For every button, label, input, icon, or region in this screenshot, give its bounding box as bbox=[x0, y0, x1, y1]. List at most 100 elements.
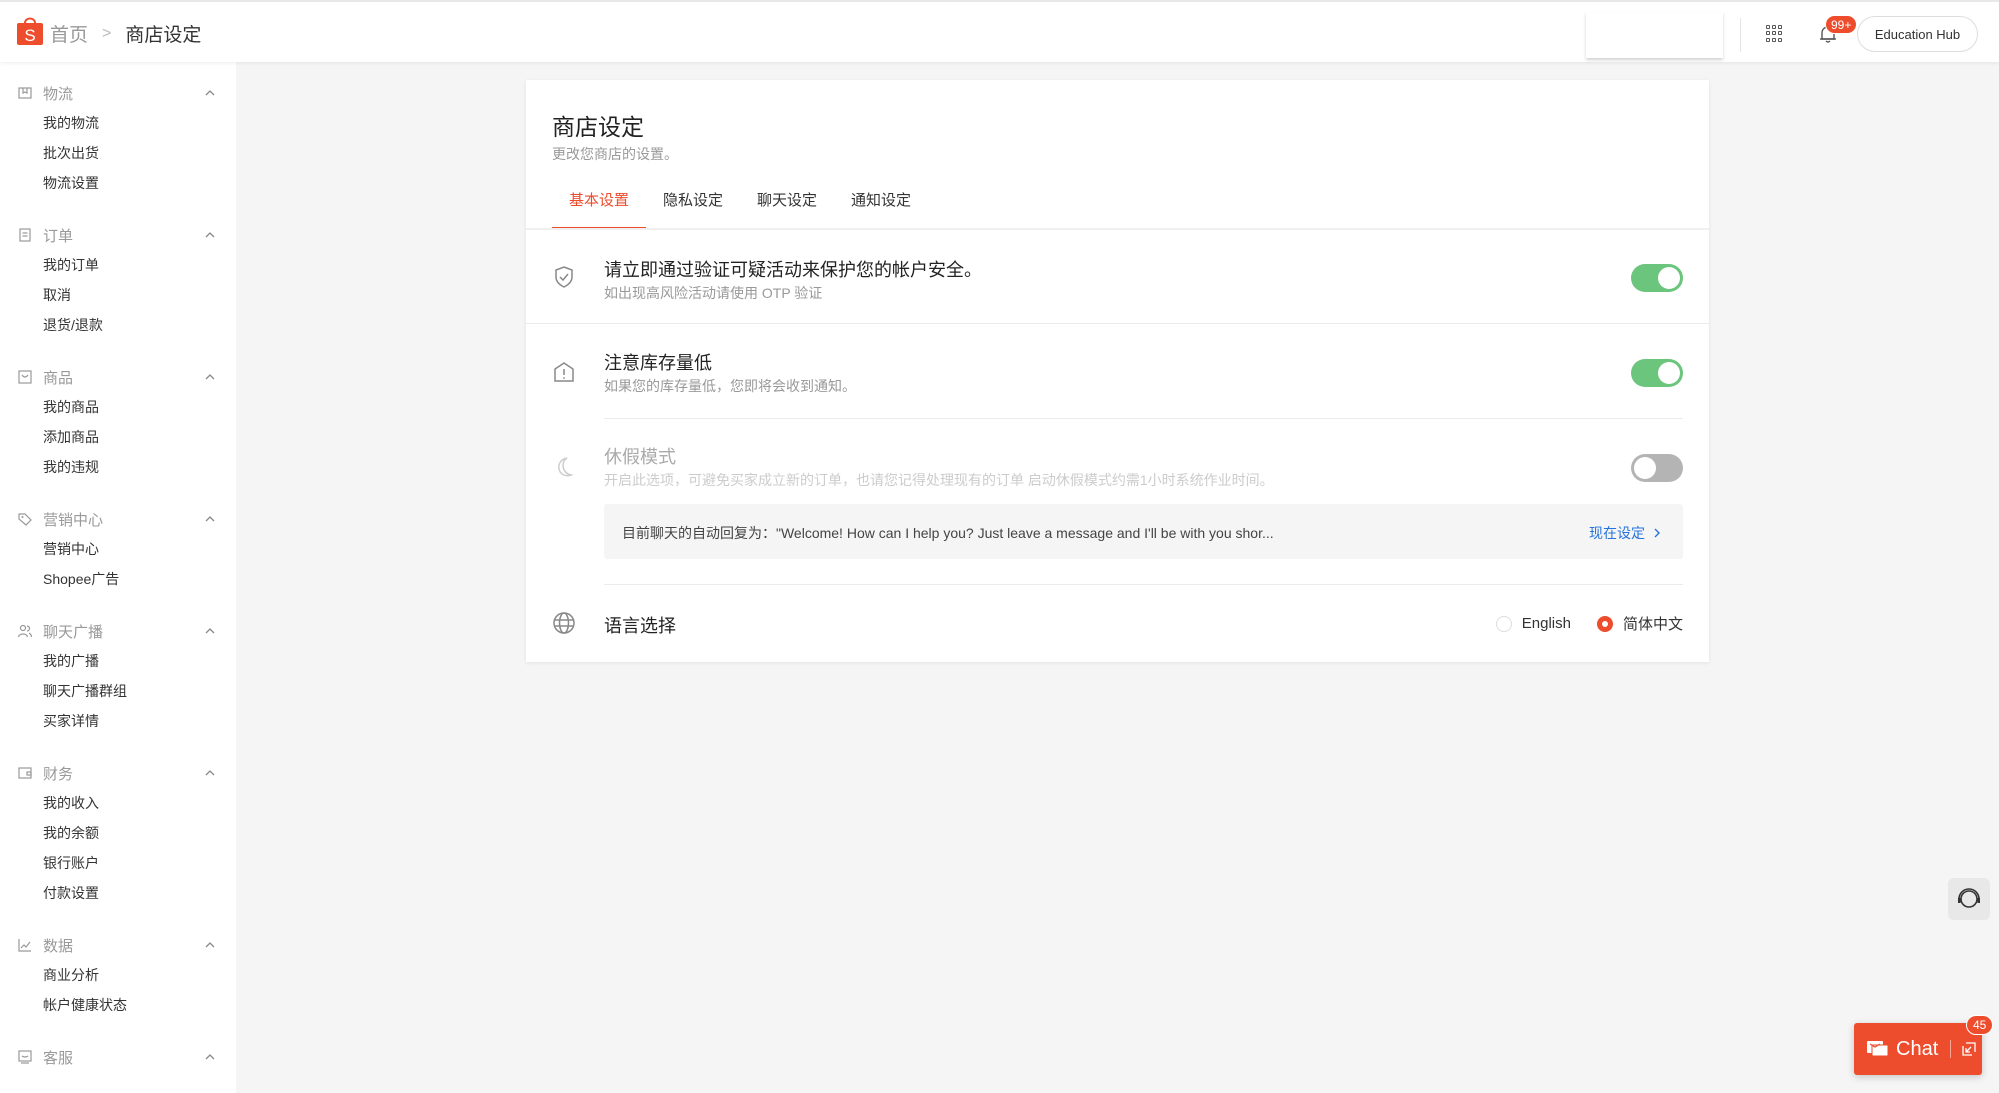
language-radio-group: English 简体中文 bbox=[1470, 613, 1683, 634]
wallet-icon bbox=[18, 767, 32, 779]
chevron-up-icon[interactable] bbox=[204, 87, 216, 99]
sidebar: 物流 我的物流 批次出货 物流设置 订单 我的订单 取消 退货/退款 商品 我的商品 添加商品 我的违… bbox=[0, 62, 236, 1093]
sidebar-item[interactable]: 退货/退款 bbox=[0, 310, 236, 340]
headset-icon bbox=[1958, 888, 1980, 908]
sidebar-menu: 物流 我的物流 批次出货 物流设置 订单 我的订单 取消 退货/退款 商品 我的商品 添加商品 我的违… bbox=[0, 62, 236, 1072]
chat-label: Chat bbox=[1896, 1037, 1939, 1060]
sidebar-group-label: 数据 bbox=[43, 937, 74, 955]
chevron-up-icon[interactable] bbox=[204, 371, 216, 383]
sidebar-item[interactable]: 添加商品 bbox=[0, 422, 236, 452]
auto-reply-text: 目前聊天的自动回复为："Welcome! How can I help you?… bbox=[622, 525, 1274, 541]
settings-tabs: 基本设置 隐私设定 聊天设定 通知设定 bbox=[552, 184, 928, 230]
sidebar-item[interactable]: 我的广播 bbox=[0, 646, 236, 676]
chat-unread-badge: 45 bbox=[1966, 1015, 1994, 1035]
sidebar-item[interactable]: 银行账户 bbox=[0, 848, 236, 878]
tab-basic-settings[interactable]: 基本设置 bbox=[552, 184, 647, 230]
chevron-up-icon[interactable] bbox=[204, 1051, 216, 1063]
language-setting-row: 语言选择 English 简体中文 bbox=[526, 585, 1709, 662]
sidebar-group-label: 商品 bbox=[43, 369, 74, 387]
shield-check-icon bbox=[555, 266, 573, 288]
sidebar-item[interactable]: 帐户健康状态 bbox=[0, 990, 236, 1020]
apps-grid-icon[interactable] bbox=[1766, 25, 1783, 42]
expand-window-icon[interactable] bbox=[1961, 1041, 1977, 1057]
sidebar-group-header[interactable]: 物流 bbox=[0, 78, 236, 108]
chevron-up-icon[interactable] bbox=[204, 229, 216, 241]
alert-house-icon bbox=[554, 362, 574, 382]
sidebar-item[interactable]: 商业分析 bbox=[0, 960, 236, 990]
radio-label: English bbox=[1521, 615, 1571, 632]
security-desc: 如出现高风险活动请使用 OTP 验证 bbox=[604, 285, 823, 301]
shop-settings-card: 商店设定 更改您商店的设置。 基本设置 隐私设定 聊天设定 通知设定 请立即通过… bbox=[526, 80, 1709, 662]
bag-icon bbox=[18, 370, 32, 384]
sidebar-item[interactable]: 营销中心 bbox=[0, 534, 236, 564]
chat-button[interactable]: Chat bbox=[1854, 1023, 1982, 1075]
chevron-up-icon[interactable] bbox=[204, 625, 216, 637]
chat-separator bbox=[1950, 1040, 1952, 1058]
breadcrumb-home-link[interactable]: 首页 bbox=[50, 20, 88, 47]
tab-chat-settings[interactable]: 聊天设定 bbox=[740, 184, 834, 230]
sidebar-group: 商品我的商品 添加商品 我的违规 bbox=[0, 362, 236, 482]
globe-icon bbox=[553, 612, 575, 634]
sidebar-group-header[interactable]: 商品 bbox=[0, 362, 236, 392]
sidebar-group-header[interactable]: 订单 bbox=[0, 220, 236, 250]
sidebar-item[interactable]: 我的订单 bbox=[0, 250, 236, 280]
header-search-box[interactable] bbox=[1586, 12, 1723, 58]
sidebar-group: 财务 我的收入 我的余额 银行账户 付款设置 bbox=[0, 758, 236, 908]
education-hub-button[interactable]: Education Hub bbox=[1857, 16, 1978, 52]
tab-notification-settings[interactable]: 通知设定 bbox=[834, 184, 928, 230]
breadcrumb-current: 商店设定 bbox=[125, 25, 202, 46]
low-stock-toggle[interactable] bbox=[1631, 359, 1683, 387]
sidebar-group-header[interactable]: 聊天广播 bbox=[0, 616, 236, 646]
sidebar-item[interactable]: Shopee广告 bbox=[0, 564, 236, 594]
sidebar-group-header[interactable]: 数据 bbox=[0, 930, 236, 960]
language-option-english[interactable]: English bbox=[1495, 615, 1571, 632]
shopee-logo-icon[interactable]: S bbox=[16, 14, 44, 46]
chevron-right-icon bbox=[1654, 528, 1660, 538]
sidebar-item[interactable]: 付款设置 bbox=[0, 878, 236, 908]
tab-privacy-settings[interactable]: 隐私设定 bbox=[646, 184, 740, 230]
sidebar-item[interactable]: 我的余额 bbox=[0, 818, 236, 848]
set-now-link[interactable]: 现在设定 bbox=[1589, 523, 1663, 543]
chat-bubble-icon bbox=[1867, 1041, 1889, 1057]
sidebar-group: 聊天广播 我的广播 聊天广播群组 买家详情 bbox=[0, 616, 236, 736]
chevron-up-icon[interactable] bbox=[204, 513, 216, 525]
security-toggle[interactable] bbox=[1631, 264, 1683, 292]
users-icon bbox=[17, 624, 33, 638]
sidebar-item[interactable]: 我的物流 bbox=[0, 108, 236, 138]
header-divider bbox=[1740, 18, 1741, 52]
chart-icon bbox=[18, 939, 31, 952]
radio-button[interactable] bbox=[1495, 615, 1512, 632]
sidebar-group: 数据商业分析 帐户健康状态 bbox=[0, 930, 236, 1020]
sidebar-item[interactable]: 我的违规 bbox=[0, 452, 236, 482]
message-icon bbox=[18, 1050, 32, 1064]
tag-icon bbox=[18, 513, 32, 526]
vacation-toggle[interactable] bbox=[1631, 454, 1683, 482]
sidebar-group-label: 客服 bbox=[43, 1049, 74, 1067]
sidebar-group: 订单 我的订单 取消 退货/退款 bbox=[0, 220, 236, 340]
language-option-chinese[interactable]: 简体中文 bbox=[1596, 613, 1683, 634]
chevron-up-icon[interactable] bbox=[204, 939, 216, 951]
sidebar-item[interactable]: 聊天广播群组 bbox=[0, 676, 236, 706]
clipboard-icon bbox=[19, 228, 31, 242]
sidebar-item[interactable]: 我的商品 bbox=[0, 392, 236, 422]
sidebar-group-header[interactable]: 客服 bbox=[0, 1042, 236, 1072]
security-title: 请立即通过验证可疑活动来保护您的帐户安全。 bbox=[604, 260, 982, 280]
notification-badge: 99+ bbox=[1825, 15, 1858, 34]
radio-button[interactable] bbox=[1596, 615, 1613, 632]
sidebar-item[interactable]: 批次出货 bbox=[0, 138, 236, 168]
sidebar-group-header[interactable]: 营销中心 bbox=[0, 504, 236, 534]
sidebar-group-header[interactable]: 财务 bbox=[0, 758, 236, 788]
low-stock-desc: 如果您的库存量低，您即将会收到通知。 bbox=[604, 378, 856, 394]
sidebar-item[interactable]: 物流设置 bbox=[0, 168, 236, 198]
page-subtitle: 更改您商店的设置。 bbox=[552, 146, 678, 162]
customer-service-button[interactable] bbox=[1948, 878, 1990, 920]
breadcrumb: 首页 > 商店设定 bbox=[50, 20, 201, 47]
radio-label: 简体中文 bbox=[1622, 616, 1683, 633]
sidebar-group: 物流 我的物流 批次出货 物流设置 bbox=[0, 78, 236, 198]
sidebar-item[interactable]: 买家详情 bbox=[0, 706, 236, 736]
security-setting-row: 请立即通过验证可疑活动来保护您的帐户安全。 如出现高风险活动请使用 OTP 验证 bbox=[526, 230, 1709, 324]
sidebar-item[interactable]: 取消 bbox=[0, 280, 236, 310]
sidebar-item[interactable]: 我的收入 bbox=[0, 788, 236, 818]
chevron-up-icon[interactable] bbox=[204, 767, 216, 779]
sidebar-group: 营销中心 营销中心 Shopee广告 bbox=[0, 504, 236, 594]
